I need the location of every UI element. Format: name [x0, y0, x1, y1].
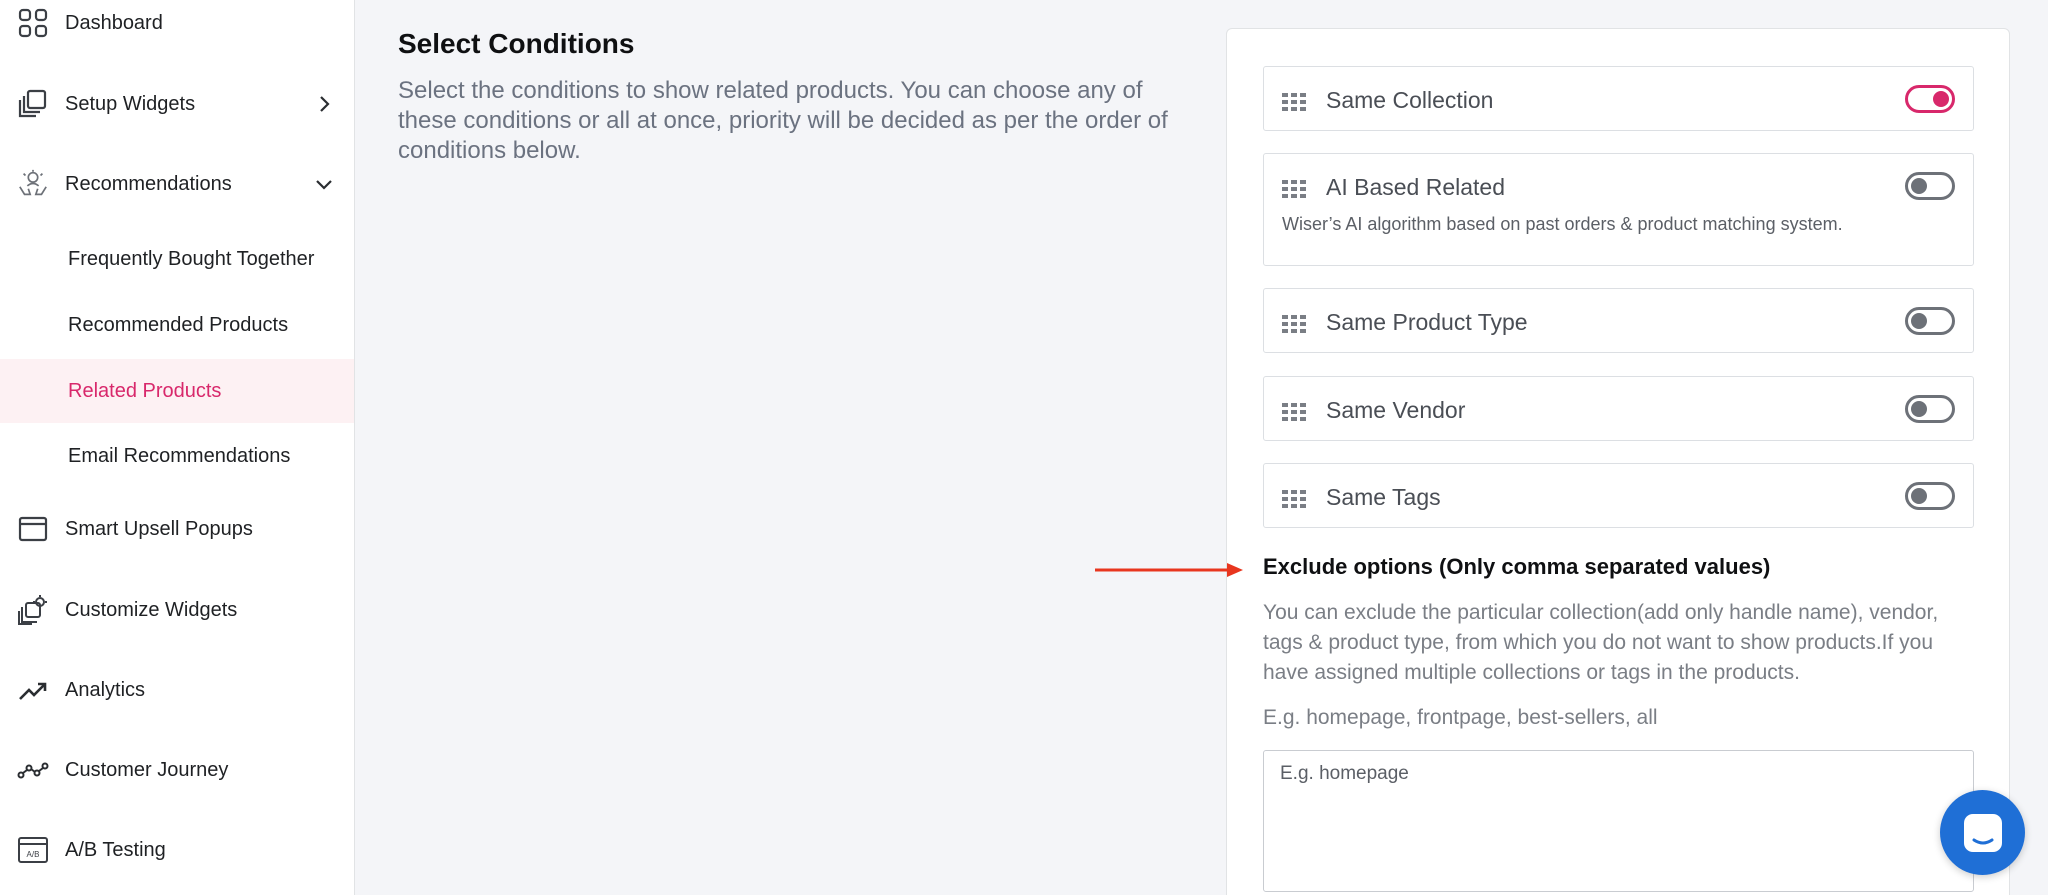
sidebar-item-label: Setup Widgets: [65, 92, 196, 115]
recommendations-icon: [17, 168, 49, 200]
drag-handle-icon[interactable]: [1282, 180, 1306, 198]
journey-icon: [17, 754, 49, 786]
ab-testing-icon: A/B: [17, 834, 49, 866]
window-icon: [17, 513, 49, 545]
condition-subtext: Wiser’s AI algorithm based on past order…: [1282, 214, 1843, 234]
sidebar-subitem-label: Email Recommendations: [68, 444, 291, 467]
chat-button[interactable]: [1940, 790, 2025, 875]
sidebar-item-label: Dashboard: [65, 11, 163, 34]
sidebar-item-setup-widgets[interactable]: Setup Widgets: [0, 71, 354, 137]
sidebar-subitem-related-products[interactable]: Related Products: [0, 359, 354, 423]
widgets-icon: [17, 88, 49, 120]
chevron-down-icon: [314, 174, 334, 194]
drag-handle-icon[interactable]: [1282, 403, 1306, 421]
exclude-options-description: You can exclude the particular collectio…: [1263, 601, 1939, 684]
dashboard-grid-icon: [17, 7, 49, 39]
toggle-knob: [1911, 313, 1927, 329]
condition-toggle[interactable]: [1905, 172, 1955, 200]
page-title: Select Conditions: [398, 28, 635, 59]
exclude-options-input[interactable]: [1263, 750, 1974, 892]
condition-label: Same Product Type: [1326, 309, 1528, 335]
toggle-knob: [1911, 178, 1927, 194]
sidebar-subitem-email-recommendations[interactable]: Email Recommendations: [0, 424, 354, 488]
exclude-options-example: E.g. homepage, frontpage, best-sellers, …: [1263, 706, 1658, 729]
sidebar-item-recommendations[interactable]: Recommendations: [0, 151, 354, 217]
sidebar-item-label: Customer Journey: [65, 758, 229, 781]
exclude-options-title: Exclude options (Only comma separated va…: [1263, 554, 1771, 579]
drag-handle-icon[interactable]: [1282, 93, 1306, 111]
sidebar-item-label: A/B Testing: [65, 838, 166, 861]
customize-icon: [17, 594, 49, 626]
chevron-right-icon: [314, 94, 334, 114]
condition-toggle[interactable]: [1905, 395, 1955, 423]
toggle-knob: [1911, 401, 1927, 417]
sidebar-subitem-frequently-bought-together[interactable]: Frequently Bought Together: [0, 227, 354, 291]
sidebar-item-label: Analytics: [65, 678, 146, 701]
sidebar-item-label: Smart Upsell Popups: [65, 517, 253, 540]
sidebar-item-customize-widgets[interactable]: Customize Widgets: [0, 577, 354, 643]
condition-ai-based-related: AI Based Related Wiser’s AI algorithm ba…: [1263, 153, 1974, 266]
condition-toggle[interactable]: [1905, 307, 1955, 335]
condition-label: Same Tags: [1326, 484, 1441, 510]
sidebar-item-smart-upsell-popups[interactable]: Smart Upsell Popups: [0, 496, 354, 562]
ab-icon-text: A/B: [27, 850, 40, 859]
sidebar-subitem-recommended-products[interactable]: Recommended Products: [0, 293, 354, 357]
chat-icon: [1963, 813, 2002, 852]
drag-handle-icon[interactable]: [1282, 315, 1306, 333]
page-description: Select the conditions to show related pr…: [398, 77, 1168, 164]
trend-up-icon: [17, 674, 49, 706]
condition-toggle[interactable]: [1905, 85, 1955, 113]
condition-same-collection: Same Collection: [1263, 66, 1974, 131]
sidebar-item-analytics[interactable]: Analytics: [0, 657, 354, 723]
condition-label: Same Collection: [1326, 87, 1494, 113]
drag-handle-icon[interactable]: [1282, 490, 1306, 508]
sidebar-subitem-label: Frequently Bought Together: [68, 247, 315, 270]
condition-label: Same Vendor: [1326, 397, 1466, 423]
condition-label: AI Based Related: [1326, 174, 1506, 200]
condition-same-tags: Same Tags: [1263, 463, 1974, 528]
annotation-arrow-icon: [1095, 563, 1243, 577]
sidebar-item-label: Customize Widgets: [65, 598, 238, 621]
sidebar-item-dashboard[interactable]: Dashboard: [0, 0, 354, 56]
sidebar: Dashboard Setup Widgets Recommendations …: [0, 0, 355, 895]
sidebar-subitem-label: Recommended Products: [68, 313, 289, 336]
sidebar-subitem-label: Related Products: [68, 379, 222, 402]
sidebar-item-ab-testing[interactable]: A/B A/B Testing: [0, 817, 354, 883]
toggle-knob: [1933, 91, 1949, 107]
sidebar-item-customer-journey[interactable]: Customer Journey: [0, 737, 354, 803]
condition-same-vendor: Same Vendor: [1263, 376, 1974, 441]
condition-same-product-type: Same Product Type: [1263, 288, 1974, 353]
sidebar-item-label: Recommendations: [65, 172, 232, 195]
condition-toggle[interactable]: [1905, 482, 1955, 510]
toggle-knob: [1911, 488, 1927, 504]
